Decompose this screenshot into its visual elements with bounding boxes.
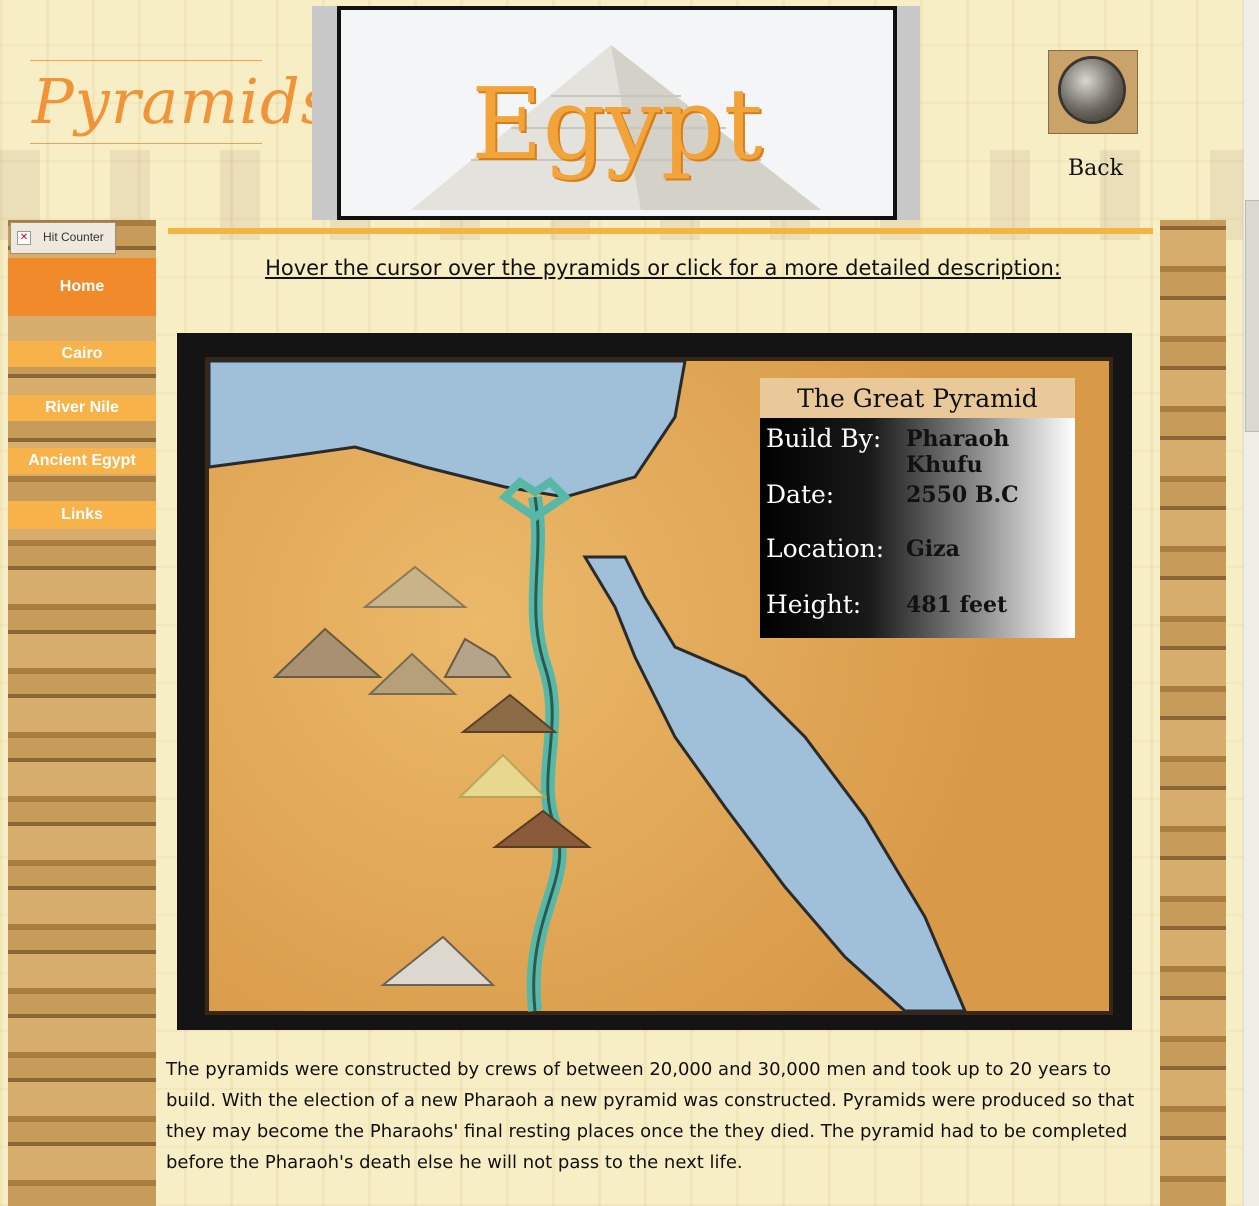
nav-home-button[interactable]: Home (8, 258, 156, 316)
header-divider (168, 228, 1153, 234)
hit-counter-label: Hit Counter (43, 230, 104, 244)
pyramid-6[interactable] (492, 809, 592, 848)
info-key: Date: (766, 480, 835, 509)
info-row-builder: Build By: Pharaoh Khufu (766, 424, 1071, 478)
nav-cairo-button[interactable]: Cairo (8, 341, 156, 367)
info-body: Build By: Pharaoh Khufu Date: 2550 B.C L… (760, 418, 1075, 638)
info-value: 2550 B.C (906, 482, 1019, 508)
left-sidebar-border (8, 220, 156, 1206)
info-row-date: Date: 2550 B.C (766, 480, 1071, 520)
pyramid-7[interactable] (380, 935, 496, 986)
scrollbar-thumb[interactable] (1245, 200, 1259, 432)
pyramid-4[interactable] (460, 693, 558, 733)
info-value: Pharaoh Khufu (906, 426, 1010, 478)
site-logo[interactable]: Pyramids (30, 60, 332, 144)
site-logo-text: Pyramids (32, 65, 334, 138)
pyramid-1[interactable] (362, 565, 468, 608)
instruction-text: Hover the cursor over the pyramids or cl… (265, 256, 1061, 280)
nav-links-button[interactable]: Links (8, 501, 156, 529)
right-sidebar-border (1160, 220, 1226, 1206)
nav-river-nile-button[interactable]: River Nile (8, 395, 156, 421)
pyramid-info-box: The Great Pyramid Build By: Pharaoh Khuf… (760, 378, 1075, 638)
hit-counter: ✕ Hit Counter (10, 222, 116, 254)
back-button[interactable] (1048, 50, 1138, 134)
pyramid-5[interactable] (457, 753, 548, 798)
pyramid-3[interactable] (367, 652, 458, 695)
info-title: The Great Pyramid (760, 378, 1075, 418)
sphinx-marker[interactable] (443, 637, 512, 678)
info-key: Location: (766, 534, 885, 563)
back-label[interactable]: Back (1068, 156, 1123, 181)
info-key: Build By: (766, 424, 882, 453)
vertical-scrollbar[interactable] (1243, 0, 1259, 1206)
info-value: 481 feet (906, 592, 1008, 618)
info-row-location: Location: Giza (766, 534, 1071, 574)
broken-image-icon: ✕ (17, 231, 31, 245)
nav-ancient-egypt-button[interactable]: Ancient Egypt (8, 448, 156, 474)
info-key: Height: (766, 590, 862, 619)
info-value: Giza (906, 536, 960, 562)
info-row-height: Height: 481 feet (766, 590, 1071, 630)
description-text: The pyramids were constructed by crews o… (166, 1059, 1135, 1173)
back-orb-icon (1061, 59, 1123, 121)
banner-title: Egypt (471, 68, 763, 182)
pyramid-2[interactable] (272, 627, 383, 678)
mediterranean-sea (207, 359, 687, 499)
egypt-banner: Egypt (337, 6, 897, 220)
